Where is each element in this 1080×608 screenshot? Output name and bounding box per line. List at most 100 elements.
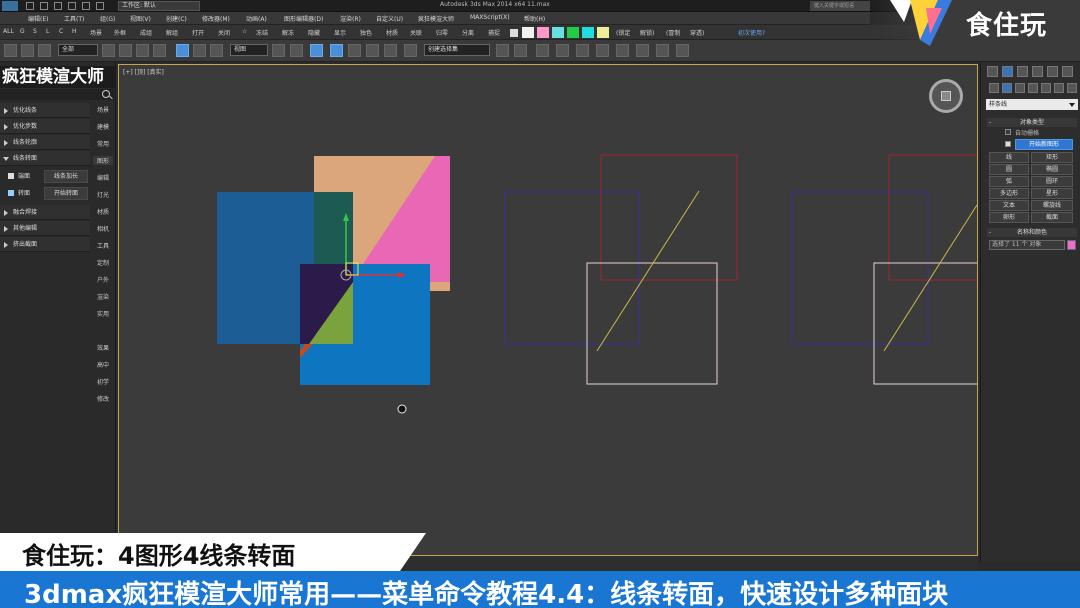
select-by-name-icon[interactable] [119,44,132,57]
start-new-shape-checkbox[interactable] [1005,141,1011,147]
select-manipulate-icon[interactable] [290,44,303,57]
section-other-edit[interactable]: 其他编辑 [0,221,90,236]
save-file-icon[interactable] [54,2,62,10]
render-setup-icon[interactable] [636,44,649,57]
named-selection-dropdown[interactable]: 创建选择集 [424,44,490,56]
tab-common[interactable]: 常用 [93,139,113,148]
convert-check-box[interactable] [8,190,14,196]
helpers-icon[interactable] [1041,83,1051,93]
color-swatch-4[interactable] [567,27,579,38]
section-line-to-face[interactable]: 线条转面 [0,151,90,166]
selection-filter-dropdown[interactable]: 全部 [58,44,98,56]
ellipse-button[interactable]: 椭圆 [1031,164,1073,175]
star-button[interactable]: 星形 [1031,188,1073,199]
tab-edit[interactable]: 编辑 [93,173,113,182]
tab-lights[interactable]: 灯光 [93,190,113,199]
convert-checkbox[interactable]: 转面 [8,186,38,201]
ribbon-detach[interactable]: 分离 [462,28,474,37]
create-tab-icon[interactable] [987,66,998,77]
section-optimize-lines[interactable]: 优化线条 [0,103,90,118]
color-swatch-5[interactable] [582,27,594,38]
rendered-frame-icon[interactable] [656,44,669,57]
spline-rect-white-2[interactable] [873,262,977,385]
spline-diagonal[interactable] [596,190,700,352]
angle-snap-icon[interactable] [348,44,361,57]
menu-group[interactable]: 组(G) [100,14,115,23]
color-swatch-1[interactable] [522,27,534,38]
project-folder-icon[interactable] [96,2,104,10]
color-black-swatch[interactable] [510,29,518,37]
link-icon[interactable] [4,44,17,57]
section-button[interactable]: 截面 [1031,212,1073,223]
workspace-dropdown[interactable]: 工作区: 默认 [118,1,200,11]
ribbon-group[interactable]: 成组 [140,28,152,37]
ribbon-pierce[interactable]: 穿透) [690,28,704,37]
rect-selection-icon[interactable] [136,44,149,57]
space-warps-icon[interactable] [1054,83,1064,93]
section-line-outline[interactable]: 线条轮廓 [0,135,90,150]
reference-coord-dropdown[interactable]: 视图 [230,44,268,56]
helix-button[interactable]: 螺旋线 [1031,200,1073,211]
section-optimize-steps[interactable]: 优化步数 [0,119,90,134]
spline-group-3[interactable] [791,154,977,385]
spline-rect-indigo-2[interactable] [791,191,929,345]
search-icon[interactable] [102,90,110,98]
menu-graph-editors[interactable]: 图形编辑器(D) [284,14,323,23]
filled-shapes-group[interactable] [217,156,450,385]
ribbon-freeze[interactable]: 冻结 [256,28,268,37]
geometry-icon[interactable] [989,83,999,93]
app-logo-icon[interactable] [2,1,18,11]
mirror-icon[interactable] [496,44,509,57]
percent-snap-icon[interactable] [366,44,379,57]
menu-modifiers[interactable]: 修改器(M) [202,14,230,23]
ribbon-unlock[interactable]: 解锁) [640,28,654,37]
filter-cameras[interactable]: C [59,28,63,35]
object-category-dropdown[interactable]: 样条线 [986,99,1078,110]
spline-rect-white[interactable] [586,262,718,385]
arc-button[interactable]: 弧 [989,176,1029,187]
shapes-icon[interactable] [1002,83,1012,93]
text-button[interactable]: 文本 [989,200,1029,211]
tab-modify[interactable]: 修改 [93,394,113,403]
menu-tools[interactable]: 工具(T) [64,14,84,23]
unlink-icon[interactable] [21,44,34,57]
cap-checkbox[interactable]: 端面 [8,169,38,184]
display-tab-icon[interactable] [1047,66,1058,77]
ribbon-close[interactable]: 关闭 [218,28,230,37]
render-icon[interactable] [676,44,689,57]
ribbon-unfreeze[interactable]: 解冻 [282,28,294,37]
ribbon-star-icon[interactable]: ☆ [242,28,247,35]
rectangle-button[interactable]: 矩形 [1031,152,1073,163]
menu-help[interactable]: 帮助(H) [524,14,545,23]
ribbon-scene[interactable]: 场景 [90,28,102,37]
undo-icon[interactable] [68,2,76,10]
select-object-icon[interactable] [102,44,115,57]
menu-create[interactable]: 创建(C) [166,14,187,23]
ngon-button[interactable]: 多边形 [989,188,1029,199]
spline-rect-red[interactable] [600,154,738,281]
ribbon-copy[interactable]: (冒制 [666,28,680,37]
curve-editor-icon[interactable] [576,44,589,57]
tab-advanced[interactable]: 高中 [93,360,113,369]
ribbon-lock[interactable]: (锁定 [616,28,630,37]
ribbon-show[interactable]: 显示 [334,28,346,37]
tab-modeling[interactable]: 建模 [93,122,113,131]
redo-icon[interactable] [82,2,90,10]
spline-group-2[interactable] [504,154,738,385]
ribbon-ungroup[interactable]: 解组 [166,28,178,37]
systems-icon[interactable] [1067,83,1077,93]
layer-manager-icon[interactable] [536,44,549,57]
section-fuse-weld[interactable]: 融合焊接 [0,205,90,220]
ribbon-zero[interactable]: 归零 [436,28,448,37]
filter-geometry[interactable]: G [20,28,25,35]
menu-customize[interactable]: 自定义(U) [376,14,403,23]
bind-space-warp-icon[interactable] [38,44,51,57]
ribbon-color[interactable]: 独色 [360,28,372,37]
spline-diagonal-2[interactable] [883,204,977,352]
start-convert-button[interactable]: 开始转面 [44,187,88,200]
ribbon-open[interactable]: 打开 [192,28,204,37]
name-color-rollout[interactable]: - 名称和颜色 [987,228,1077,237]
tab-outdoor[interactable]: 户外 [93,275,113,284]
spinner-snap-icon[interactable] [384,44,397,57]
motion-tab-icon[interactable] [1032,66,1043,77]
